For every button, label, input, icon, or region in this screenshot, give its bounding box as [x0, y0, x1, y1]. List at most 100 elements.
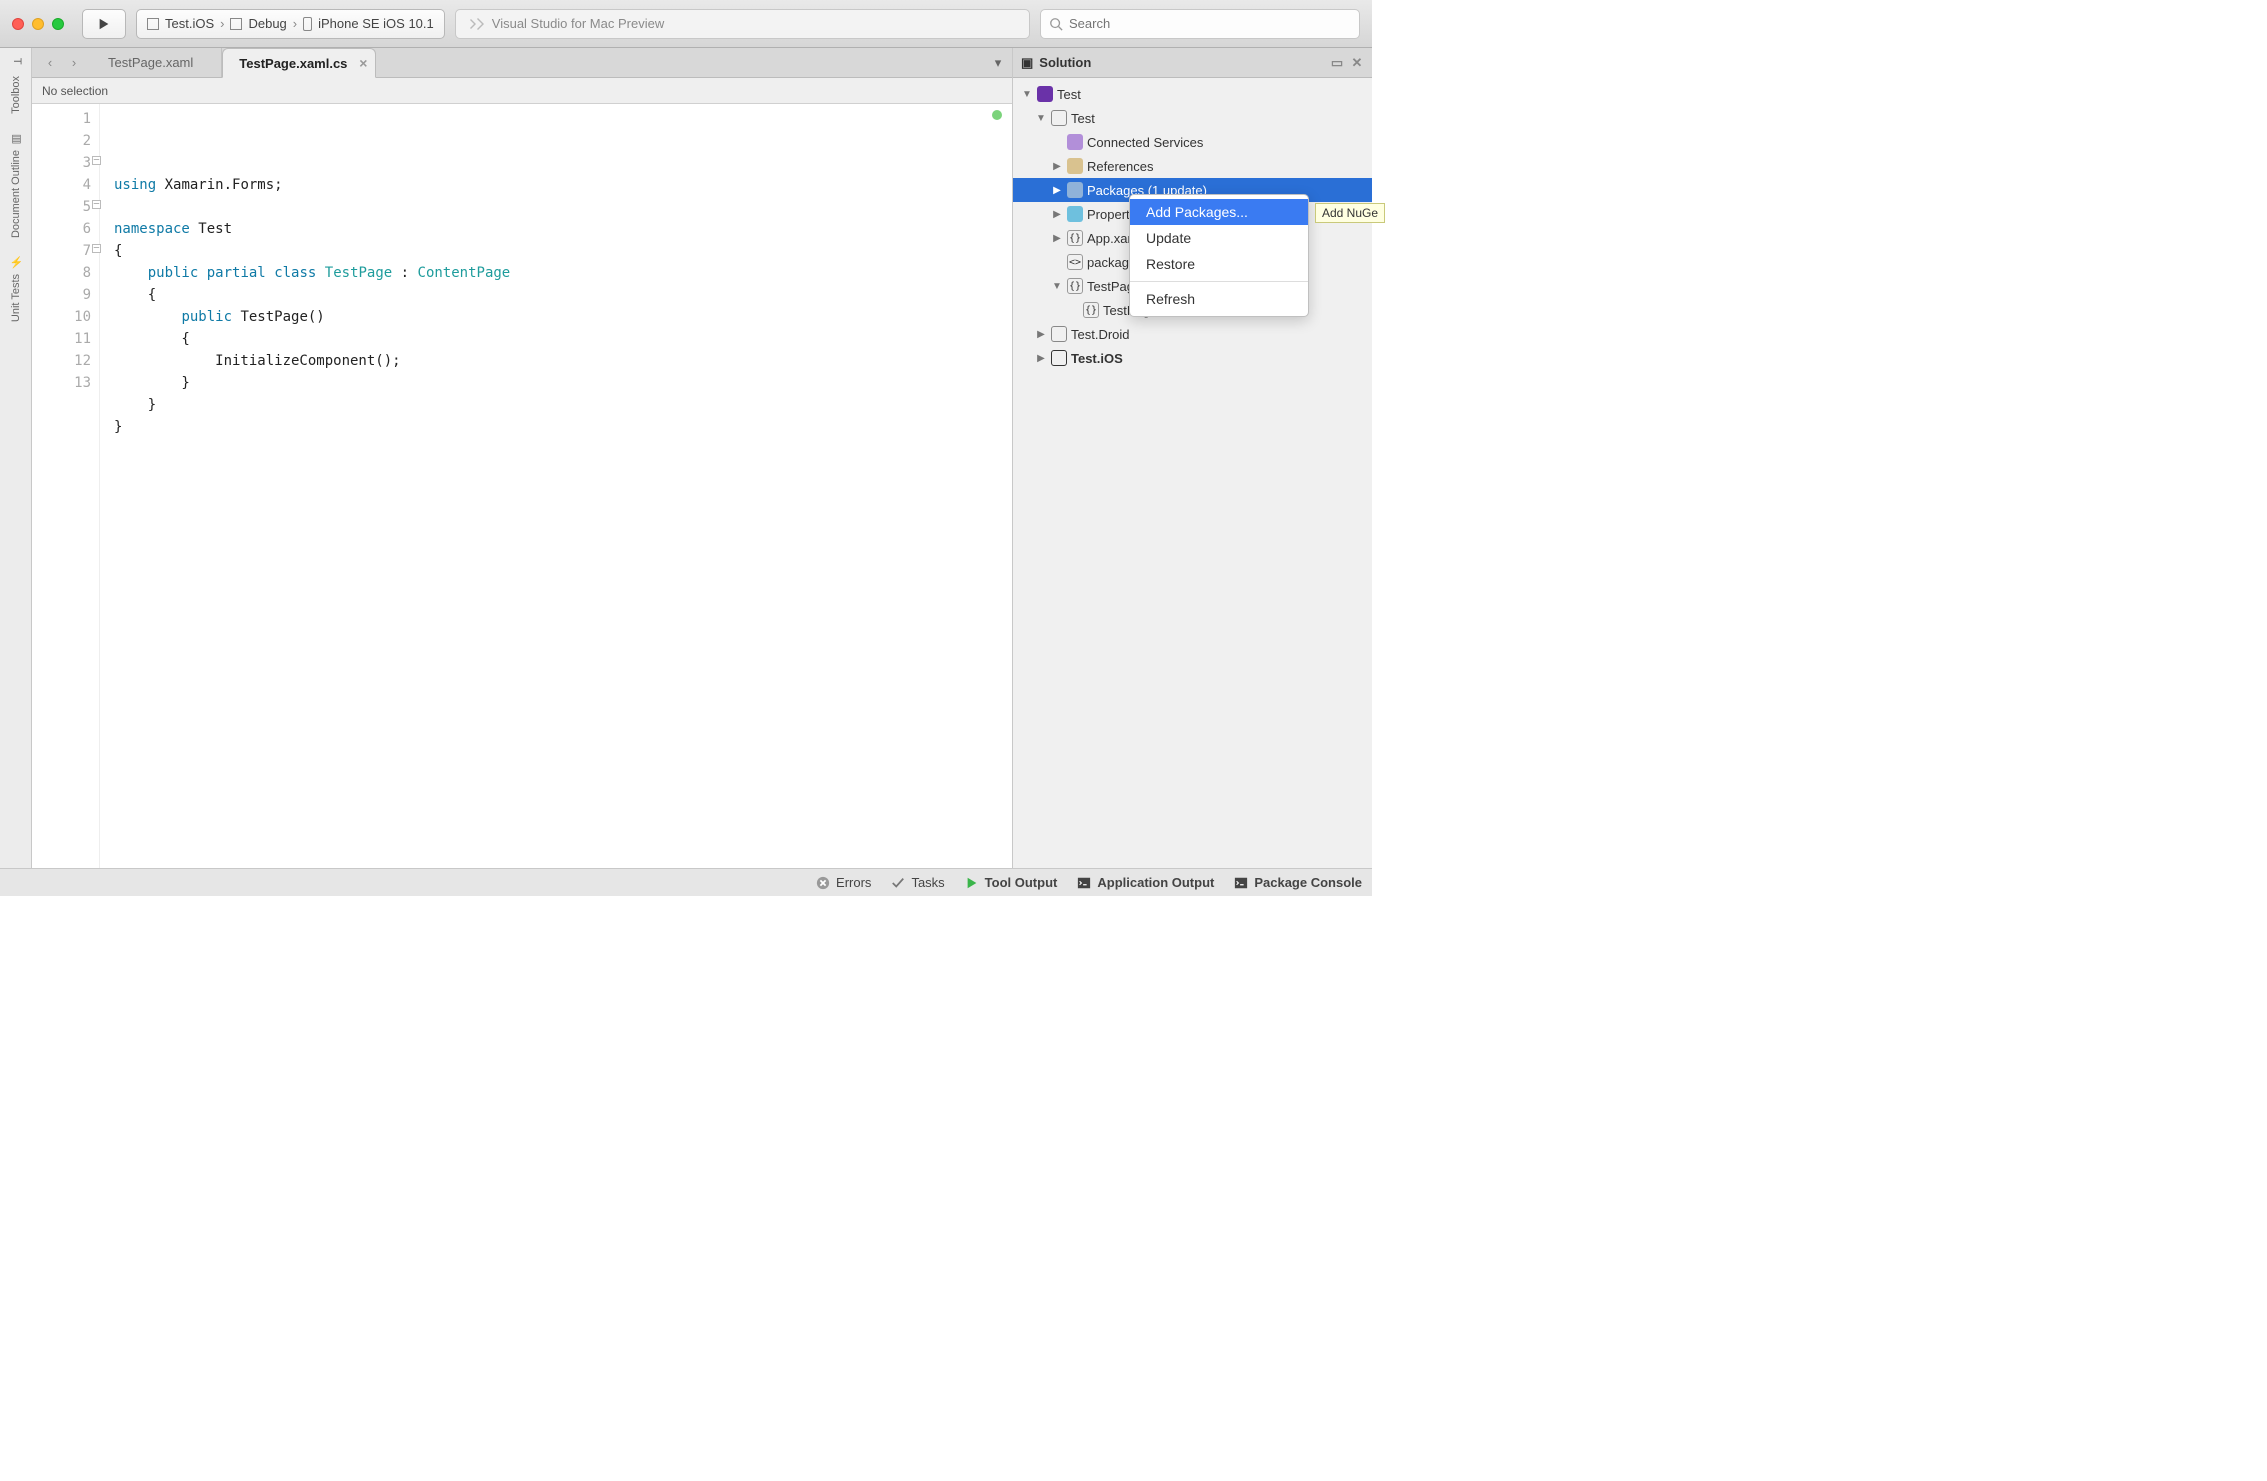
code-line[interactable]: namespace Test	[114, 218, 1012, 240]
chevron-right-icon[interactable]: ▶	[1051, 209, 1063, 220]
toolbox-pad[interactable]: Toolbox T	[9, 58, 23, 114]
status-panel: Visual Studio for Mac Preview	[455, 9, 1030, 39]
context-menu-item[interactable]: Update	[1130, 225, 1308, 251]
subbar-text: No selection	[42, 84, 108, 98]
visual-studio-icon	[468, 16, 484, 32]
chevron-right-icon[interactable]: ▶	[1051, 185, 1063, 196]
line-number: 13	[32, 372, 91, 394]
toolbox-icon: T	[9, 58, 23, 72]
tree-label: Test.Droid	[1071, 327, 1130, 342]
solution-tree[interactable]: ▼Test▼TestConnected Services▶References▶…	[1013, 78, 1372, 868]
nav-forward-button[interactable]: ›	[62, 51, 86, 75]
line-number: 5–	[32, 196, 91, 218]
chevron-right-icon[interactable]: ▶	[1035, 353, 1047, 364]
play-icon	[97, 17, 111, 31]
code-line[interactable]: {	[114, 284, 1012, 306]
tree-item[interactable]: ▼ Test	[1013, 82, 1372, 106]
tree-label: References	[1087, 159, 1153, 174]
pkg-icon	[1067, 182, 1083, 198]
xml-icon: <>	[1067, 254, 1083, 270]
code-line[interactable]: public partial class TestPage : ContentP…	[114, 262, 1012, 284]
tool-output-pad[interactable]: Tool Output	[965, 875, 1058, 890]
app-output-pad[interactable]: Application Output	[1077, 875, 1214, 890]
tree-label: Test.iOS	[1071, 351, 1123, 366]
menu-separator	[1130, 281, 1308, 282]
tests-label: Unit Tests	[10, 274, 22, 322]
run-target-breadcrumb[interactable]: Test.iOS › Debug › iPhone SE iOS 10.1	[136, 9, 445, 39]
cs-icon: {}	[1067, 230, 1083, 246]
status-indicator-icon	[992, 110, 1002, 120]
nav-back-button[interactable]: ‹	[38, 51, 62, 75]
sln-icon	[1037, 86, 1053, 102]
context-menu-item[interactable]: Restore	[1130, 251, 1308, 277]
tabs-dropdown[interactable]: ▾	[984, 48, 1012, 77]
context-menu-item[interactable]: Refresh	[1130, 286, 1308, 312]
tree-label: Test	[1071, 111, 1095, 126]
close-window-button[interactable]	[12, 18, 24, 30]
editor-tab[interactable]: TestPage.xaml.cs×	[222, 48, 376, 78]
code-line[interactable]	[114, 196, 1012, 218]
device-icon	[303, 17, 312, 31]
unit-tests-pad[interactable]: Unit Tests ⚡	[9, 256, 23, 322]
proj-icon	[1051, 326, 1067, 342]
fold-icon	[1067, 206, 1083, 222]
package-console-pad[interactable]: Package Console	[1234, 875, 1362, 890]
editor-tab[interactable]: TestPage.xaml	[92, 48, 222, 77]
terminal-icon	[1234, 876, 1248, 890]
breadcrumb-subbar[interactable]: No selection	[32, 78, 1012, 104]
errors-pad[interactable]: Errors	[816, 875, 871, 890]
tree-label: Test	[1057, 87, 1081, 102]
tree-item[interactable]: Connected Services	[1013, 130, 1372, 154]
fullscreen-window-button[interactable]	[52, 18, 64, 30]
run-button[interactable]	[82, 9, 126, 39]
close-tab-button[interactable]: ×	[359, 55, 367, 71]
code-body[interactable]: using Xamarin.Forms;namespace Test{ publ…	[100, 104, 1012, 868]
svc-icon	[1067, 134, 1083, 150]
projb-icon	[1051, 350, 1067, 366]
toolbox-label: Toolbox	[10, 76, 22, 114]
search-input[interactable]	[1069, 16, 1351, 31]
code-line[interactable]: public TestPage()	[114, 306, 1012, 328]
chevron-right-icon[interactable]: ▶	[1035, 329, 1047, 340]
line-number: 11	[32, 328, 91, 350]
context-menu-item[interactable]: Add Packages...	[1130, 199, 1308, 225]
tree-item[interactable]: ▶ References	[1013, 154, 1372, 178]
document-outline-pad[interactable]: Document Outline ▤	[9, 132, 23, 238]
bolt-icon: ⚡	[9, 256, 23, 270]
code-editor[interactable]: 123–45–67–8910111213 using Xamarin.Forms…	[32, 104, 1012, 868]
editor-area: ‹ › TestPage.xaml TestPage.xaml.cs× ▾ No …	[32, 48, 1012, 868]
line-number: 1	[32, 108, 91, 130]
tree-label: Connected Services	[1087, 135, 1203, 150]
chevron-down-icon[interactable]: ▼	[1051, 281, 1063, 292]
tab-label: TestPage.xaml	[108, 55, 193, 70]
maximize-pad-button[interactable]: ▭	[1330, 56, 1344, 70]
chevron-down-icon[interactable]: ▼	[1035, 113, 1047, 124]
chevron-right-icon[interactable]: ▶	[1051, 161, 1063, 172]
code-line[interactable]: }	[114, 394, 1012, 416]
code-line[interactable]: {	[114, 328, 1012, 350]
tasks-pad[interactable]: Tasks	[891, 875, 944, 890]
code-line[interactable]: {	[114, 240, 1012, 262]
line-number: 8	[32, 262, 91, 284]
tree-item[interactable]: ▼ Test	[1013, 106, 1372, 130]
search-box[interactable]	[1040, 9, 1360, 39]
outline-icon: ▤	[9, 132, 23, 146]
chevron-down-icon[interactable]: ▼	[1021, 89, 1033, 100]
code-line[interactable]: InitializeComponent();	[114, 350, 1012, 372]
code-line[interactable]: }	[114, 416, 1012, 438]
minimize-window-button[interactable]	[32, 18, 44, 30]
line-number: 10	[32, 306, 91, 328]
outline-label: Document Outline	[10, 150, 22, 238]
bottom-bar: Errors Tasks Tool Output Application Out…	[0, 868, 1372, 896]
window-controls	[12, 18, 64, 30]
chevron-right-icon[interactable]: ▶	[1051, 233, 1063, 244]
play-icon	[965, 876, 979, 890]
code-line[interactable]: }	[114, 372, 1012, 394]
tree-item[interactable]: ▶ Test.Droid	[1013, 322, 1372, 346]
tree-item[interactable]: ▶ Test.iOS	[1013, 346, 1372, 370]
close-pad-button[interactable]: ✕	[1350, 56, 1364, 70]
search-icon	[1049, 17, 1063, 31]
code-line[interactable]	[114, 438, 1012, 460]
code-line[interactable]: using Xamarin.Forms;	[114, 174, 1012, 196]
status-text: Visual Studio for Mac Preview	[492, 16, 664, 31]
